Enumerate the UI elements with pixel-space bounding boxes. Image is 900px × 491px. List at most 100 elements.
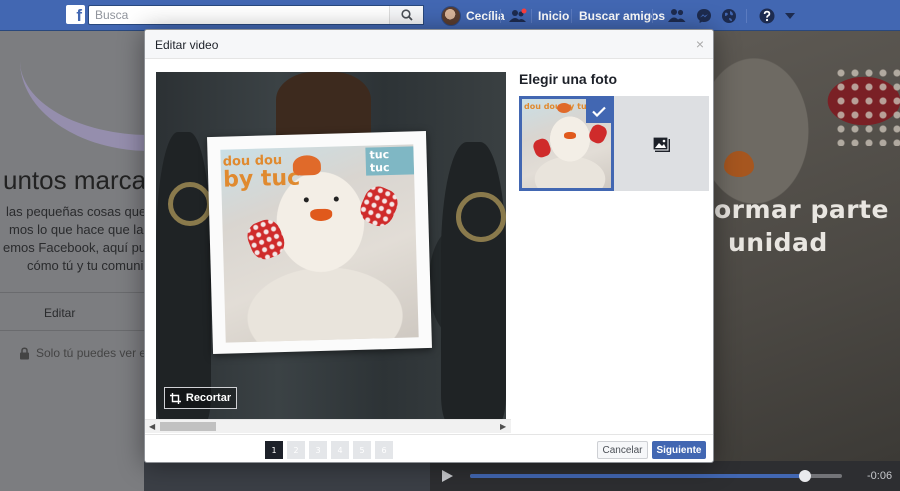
dialog-header: Editar video × <box>145 30 713 59</box>
video-time: -0:06 <box>867 470 893 482</box>
friends-icon <box>668 9 686 22</box>
photo-brand-small: tuc tuc <box>365 146 415 176</box>
toy-eye <box>333 196 339 202</box>
choose-photo-title: Elegir una foto <box>519 71 617 87</box>
help-button[interactable] <box>757 0 777 31</box>
search-input[interactable] <box>89 6 389 24</box>
video-progress-knob[interactable] <box>798 470 811 482</box>
background-person <box>276 72 371 142</box>
page-number-2[interactable]: 2 <box>287 441 305 459</box>
lock-icon <box>20 346 29 359</box>
caret-down-icon <box>785 12 795 19</box>
divider <box>0 330 144 331</box>
avatar <box>441 5 461 26</box>
thumbnail-beak <box>564 132 576 139</box>
separator <box>500 8 501 23</box>
notifications-button[interactable] <box>719 0 739 31</box>
thumbnail-wing <box>531 136 553 160</box>
dialog-title: Editar video <box>155 38 219 52</box>
background-text-line: cómo tú y tu comuni <box>27 258 144 273</box>
play-button[interactable] <box>442 470 453 485</box>
page-number-3[interactable]: 3 <box>309 441 327 459</box>
thumbnail-wing <box>586 122 610 146</box>
photo-brand-bottom: by tuc <box>222 165 301 193</box>
friend-requests-button[interactable] <box>507 0 529 31</box>
background-illustration <box>20 31 144 151</box>
divider <box>0 292 144 293</box>
crop-button[interactable]: Recortar <box>164 387 237 409</box>
globe-icon <box>722 8 736 23</box>
next-button[interactable]: Siguiente <box>652 441 706 459</box>
logo-letter: f <box>76 6 82 24</box>
background-text-line: mos lo que hace que la c <box>9 222 144 237</box>
scroll-right-icon[interactable]: ▶ <box>500 422 506 431</box>
page-number-1[interactable]: 1 <box>265 441 283 459</box>
photo-polaroid: dou dou by tuc tuc tuc <box>207 130 432 355</box>
background-text-line: emos Facebook, aquí pued <box>3 240 144 255</box>
nav-separator-3 <box>571 0 572 31</box>
background-page: untos marcan las pequeñas cosas que mos … <box>0 31 144 491</box>
crop-label: Recortar <box>185 392 232 404</box>
horizontal-scrollbar[interactable]: ◀ ▶ <box>145 419 511 433</box>
thumbnail-option-selected[interactable]: dou dou by tuc <box>519 96 614 191</box>
nav-separator-4 <box>652 0 653 31</box>
friends-button[interactable] <box>667 0 687 31</box>
checkmark-icon <box>591 106 606 117</box>
video-progress-bar[interactable] <box>470 470 842 482</box>
facebook-logo-icon[interactable]: f <box>66 5 85 24</box>
toy-tuft <box>292 154 322 176</box>
crop-icon <box>169 392 181 404</box>
dialog-footer: 123456 Cancelar Siguiente <box>145 434 713 463</box>
nav-separator-2 <box>531 0 532 31</box>
scroll-left-icon[interactable]: ◀ <box>149 422 155 431</box>
help-icon <box>759 8 775 23</box>
nav-separator-5 <box>746 0 747 31</box>
account-menu-button[interactable] <box>783 0 797 31</box>
privacy-label: Solo tú puedes ver es <box>36 346 144 360</box>
user-name: Cecília <box>466 8 505 23</box>
background-edit-link: Editar <box>44 306 76 320</box>
play-icon <box>442 470 453 482</box>
video-controls: -0:06 <box>430 461 900 491</box>
video-overlay-text-1: ormar parte <box>714 195 889 224</box>
background-pattern <box>834 66 900 146</box>
nav-home-label: Inicio <box>538 8 570 23</box>
photo-image: dou dou by tuc tuc tuc <box>220 144 419 343</box>
page-number-6[interactable]: 6 <box>375 441 393 459</box>
background-text-line: las pequeñas cosas que <box>6 204 144 219</box>
toy-wing <box>243 215 289 264</box>
top-navigation-bar: f Cecília Inicio Buscar amigos <box>0 0 900 31</box>
separator <box>652 8 653 23</box>
messages-button[interactable] <box>694 0 714 31</box>
page-number-5[interactable]: 5 <box>353 441 371 459</box>
background-video: ormar parte unidad <box>714 31 900 461</box>
cancel-button[interactable]: Cancelar <box>597 441 648 459</box>
profile-link[interactable]: Cecília <box>441 0 505 31</box>
separator <box>746 8 747 23</box>
edit-video-dialog: Editar video × dou dou by tuc tuc tuc Re… <box>144 29 714 463</box>
add-photo-icon <box>651 135 670 152</box>
toy-beak <box>310 208 333 222</box>
search-icon <box>400 9 413 21</box>
scrollbar-thumb[interactable] <box>160 422 216 431</box>
video-progress-fill <box>470 474 805 478</box>
background-person <box>441 142 506 419</box>
nav-home-link[interactable]: Inicio <box>538 0 569 31</box>
toy-wing <box>355 182 403 231</box>
messenger-icon <box>697 8 711 23</box>
page-number-4[interactable]: 4 <box>331 441 349 459</box>
separator <box>571 8 572 23</box>
search-button[interactable] <box>389 6 423 24</box>
video-frame-preview: dou dou by tuc tuc tuc Recortar <box>156 72 506 419</box>
background-horn <box>456 192 506 242</box>
friend-requests-icon <box>509 8 527 22</box>
search-box <box>88 5 424 25</box>
separator <box>531 8 532 23</box>
background-title: untos marcan <box>3 165 144 195</box>
background-beak <box>724 151 754 177</box>
nav-separator-1 <box>500 0 501 31</box>
toy-eye <box>303 197 309 203</box>
background-privacy-note: Solo tú puedes ver es <box>19 346 144 360</box>
upload-photo-button[interactable] <box>614 96 709 191</box>
close-icon[interactable]: × <box>696 36 704 52</box>
